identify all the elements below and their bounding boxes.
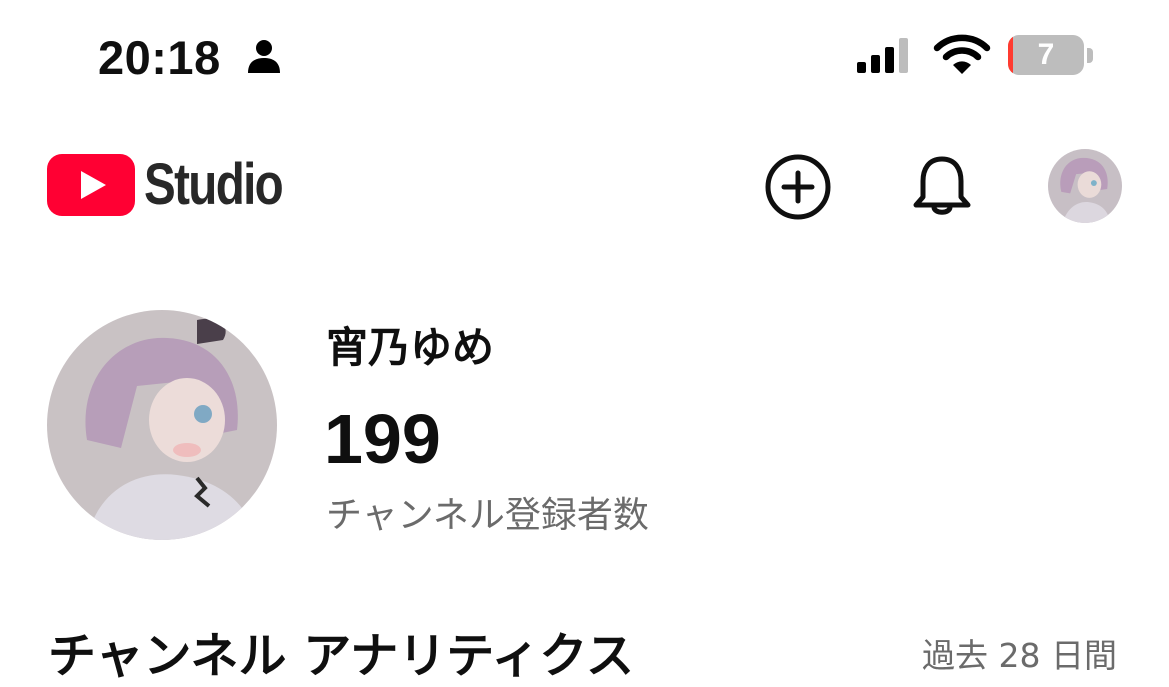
wifi-icon (933, 34, 991, 74)
battery-cap (1087, 48, 1093, 63)
account-avatar-button[interactable] (1048, 149, 1122, 223)
person-icon (248, 40, 280, 73)
battery-body: 7 (1008, 35, 1084, 75)
analytics-period-selector[interactable]: 過去 28 日間 (922, 633, 1117, 679)
create-button[interactable] (762, 151, 834, 223)
create-plus-icon (765, 154, 831, 220)
app-name: Studio (144, 152, 284, 217)
cellular-signal-icon (857, 38, 908, 73)
battery-level-text: 7 (1037, 38, 1055, 71)
notifications-button[interactable] (905, 149, 979, 223)
battery-icon: 7 (1008, 35, 1094, 77)
subscriber-count: 199 (324, 400, 441, 478)
status-time: 20:18 (98, 31, 221, 84)
channel-avatar-image (47, 310, 277, 540)
channel-analytics-title: チャンネル アナリティクス (48, 628, 634, 684)
channel-name: 宵乃ゆめ (326, 323, 495, 372)
youtube-play-logo (47, 154, 135, 216)
channel-avatar[interactable] (47, 310, 277, 540)
youtube-studio-screen: 20:18 7 Studio 宵乃ゆめ 199 チャンネル登録者数 チャンネル … (0, 0, 1169, 687)
subscriber-label: チャンネル登録者数 (326, 495, 649, 536)
notifications-bell-icon (913, 156, 971, 215)
account-avatar (1048, 149, 1122, 223)
